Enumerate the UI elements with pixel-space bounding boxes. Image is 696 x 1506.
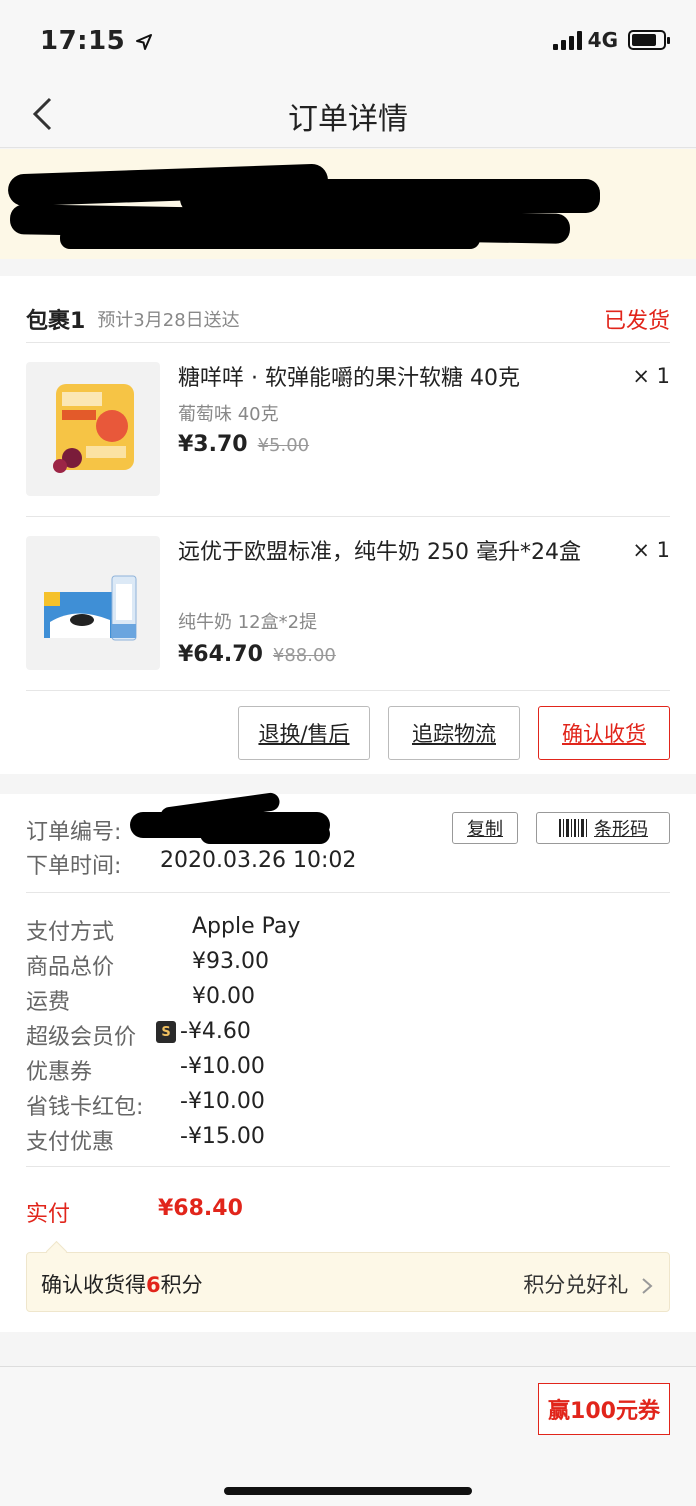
product-price-row: ¥3.70 ¥5.00	[178, 432, 309, 457]
pay-discount-label: 支付优惠	[26, 1130, 115, 1155]
divider	[26, 342, 670, 343]
status-bar: 17:15 4G	[0, 0, 696, 84]
svip-price-label: 超级会员价	[26, 1025, 137, 1050]
redaction-mark	[200, 824, 330, 844]
points-suffix: 积分	[160, 1273, 203, 1297]
pay-discount-value: -¥15.00	[180, 1124, 265, 1149]
address-section[interactable]	[0, 149, 696, 259]
package-name: 包裹1	[26, 309, 86, 334]
status-time: 17:15	[40, 26, 153, 56]
coupon-label: 优惠券	[26, 1060, 93, 1085]
product-item[interactable]: 糖咩咩 · 软弹能嚼的果汁软糖 40克 × 1 葡萄味 40克 ¥3.70 ¥5.…	[26, 362, 670, 498]
barcode-label: 条形码	[594, 819, 648, 840]
goods-total-value: ¥93.00	[192, 949, 269, 974]
divider	[26, 892, 670, 893]
status-indicators: 4G	[552, 28, 670, 52]
package-status: 已发货	[603, 309, 670, 334]
coupon-value: -¥10.00	[180, 1054, 265, 1079]
battery-icon	[628, 30, 670, 50]
product-spec: 葡萄味 40克	[178, 404, 279, 425]
package-eta: 预计3月28日送达	[97, 310, 240, 331]
divider	[26, 516, 670, 517]
product-original-price: ¥5.00	[257, 435, 310, 456]
win-coupon-button[interactable]: 赢100元券	[538, 1383, 670, 1435]
product-thumbnail-milk[interactable]	[26, 536, 160, 670]
package-actions: 退换/售后 追踪物流 确认收货	[238, 706, 670, 760]
nav-bar: 订单详情	[0, 84, 696, 148]
location-arrow-icon	[135, 33, 152, 50]
bottom-bar: 赢100元券	[0, 1366, 696, 1506]
points-banner[interactable]: 确认收货得6积分 积分兑好礼	[26, 1252, 670, 1312]
return-service-button[interactable]: 退换/售后	[238, 706, 370, 760]
product-original-price: ¥88.00	[272, 645, 336, 666]
svip-badge-icon: S	[156, 1021, 176, 1043]
product-price: ¥64.70	[178, 642, 263, 667]
product-price: ¥3.70	[178, 432, 248, 457]
shipping-value: ¥0.00	[192, 984, 255, 1009]
saving-card-label: 省钱卡红包:	[26, 1095, 144, 1120]
order-time-label: 下单时间:	[26, 854, 122, 879]
product-title[interactable]: 糖咩咩 · 软弹能嚼的果汁软糖 40克	[178, 362, 626, 395]
order-number-label: 订单编号:	[26, 820, 122, 845]
divider	[26, 690, 670, 691]
product-quantity: × 1	[632, 364, 670, 388]
payment-method-label: 支付方式	[26, 920, 115, 945]
package-header: 包裹1 预计3月28日送达 已发货	[26, 296, 670, 342]
page-title: 订单详情	[288, 102, 408, 137]
barcode-button[interactable]: 条形码	[536, 812, 670, 844]
order-time-value: 2020.03.26 10:02	[160, 848, 357, 873]
points-redeem-label: 积分兑好礼	[523, 1273, 629, 1297]
package-card: 包裹1 预计3月28日送达 已发货 糖咩咩 · 软弹能嚼的果汁软糖 40克 × …	[0, 276, 696, 774]
clock-text: 17:15	[40, 26, 126, 56]
home-indicator	[224, 1487, 472, 1495]
actual-paid-value: ¥68.40	[158, 1196, 243, 1221]
redaction-mark	[60, 227, 480, 249]
divider	[26, 1166, 670, 1167]
payment-method-value: Apple Pay	[192, 914, 301, 939]
barcode-icon	[559, 819, 587, 837]
svip-price-value: -¥4.60	[180, 1019, 251, 1044]
product-title[interactable]: 远优于欧盟标准，纯牛奶 250 毫升*24盒	[178, 536, 626, 569]
copy-button[interactable]: 复制	[452, 812, 518, 844]
product-item[interactable]: 远优于欧盟标准，纯牛奶 250 毫升*24盒 × 1 纯牛奶 12盒*2提 ¥6…	[26, 536, 670, 672]
points-redeem-link[interactable]: 积分兑好礼	[523, 1269, 653, 1299]
product-price-row: ¥64.70 ¥88.00	[178, 642, 336, 667]
goods-total-label: 商品总价	[26, 955, 115, 980]
saving-card-value: -¥10.00	[180, 1089, 265, 1114]
track-logistics-button[interactable]: 追踪物流	[388, 706, 520, 760]
chevron-right-icon	[642, 1278, 653, 1294]
order-info-card: 订单编号: 复制 条形码 下单时间: 2020.03.26 10:02 支付方式…	[0, 791, 696, 1332]
product-spec: 纯牛奶 12盒*2提	[178, 612, 318, 633]
product-quantity: × 1	[632, 538, 670, 562]
confirm-receipt-button[interactable]: 确认收货	[538, 706, 670, 760]
signal-icon	[552, 30, 582, 50]
points-prefix: 确认收货得	[41, 1273, 146, 1297]
product-thumbnail-candy[interactable]	[26, 362, 160, 496]
points-count: 6	[146, 1273, 161, 1297]
shipping-label: 运费	[26, 990, 71, 1015]
actual-paid-label: 实付	[26, 1202, 71, 1227]
network-type: 4G	[587, 28, 618, 52]
points-text: 确认收货得6积分	[41, 1269, 203, 1299]
